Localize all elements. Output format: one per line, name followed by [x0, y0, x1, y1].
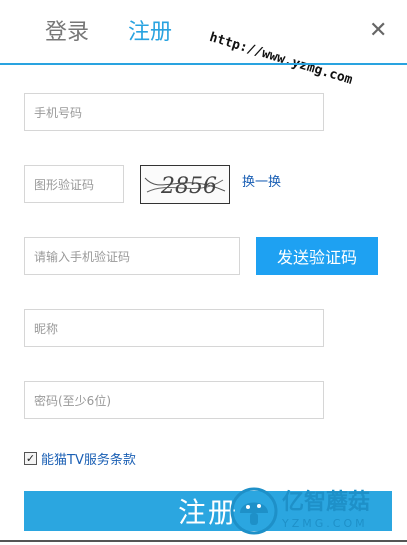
nickname-input[interactable]: 昵称	[24, 309, 324, 347]
terms-checkbox[interactable]: ✓	[24, 452, 37, 465]
terms-agreement: ✓ 能猫TV服务条款	[24, 449, 136, 468]
captcha-input[interactable]: 图形验证码	[24, 165, 124, 203]
tab-login[interactable]: 登录	[45, 18, 89, 48]
sms-code-input[interactable]: 请输入手机验证码	[24, 237, 240, 275]
tab-register[interactable]: 注册	[128, 18, 172, 48]
password-input[interactable]: 密码(至少6位)	[24, 381, 324, 419]
mushroom-logo-icon	[230, 487, 278, 535]
checkmark-icon: ✓	[25, 452, 36, 465]
captcha-text: 2856	[160, 174, 217, 199]
watermark-brand: 亿智蘑菇	[282, 490, 371, 515]
refresh-captcha-link[interactable]: 换一换	[242, 175, 281, 191]
send-code-button[interactable]: 发送验证码	[256, 237, 378, 275]
captcha-image[interactable]: 2856	[140, 165, 230, 204]
terms-link[interactable]: 能猫TV服务条款	[41, 449, 136, 468]
phone-input[interactable]: 手机号码	[24, 93, 324, 131]
close-icon[interactable]: ✕	[369, 18, 387, 44]
tab-divider	[0, 63, 407, 65]
bottom-border	[0, 540, 407, 542]
watermark-domain: YZMG.COM	[282, 517, 368, 530]
